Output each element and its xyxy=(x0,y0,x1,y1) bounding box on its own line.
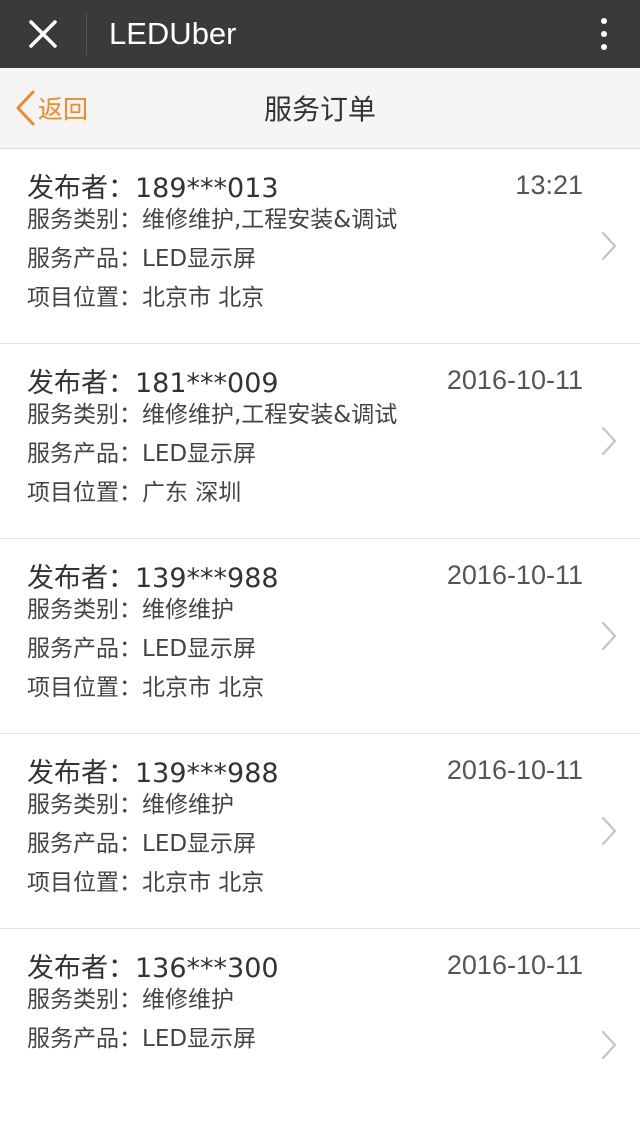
chevron-right-icon xyxy=(601,1030,617,1060)
order-location: 项目位置：北京市 北京 xyxy=(27,285,265,311)
app-top-bar: LEDUber xyxy=(0,0,640,68)
chevron-right-icon xyxy=(601,231,617,261)
nav-bar: 返回 服务订单 xyxy=(0,68,640,149)
order-category: 服务类别：维修维护 xyxy=(27,597,234,623)
chevron-right-icon xyxy=(601,621,617,651)
order-time: 2016-10-11 xyxy=(446,949,583,980)
app-title: LEDUber xyxy=(109,16,237,51)
order-item[interactable]: 发布者：181***009 2016-10-11 服务类别：维修维护,工程安装&… xyxy=(0,344,640,539)
order-publisher: 发布者：136***300 xyxy=(27,952,279,984)
order-product: 服务产品：LED显示屏 xyxy=(27,441,257,467)
order-category: 服务类别：维修维护,工程安装&调试 xyxy=(27,402,398,428)
page-title: 服务订单 xyxy=(263,93,376,126)
chevron-right-icon xyxy=(601,816,617,846)
order-time: 13:21 xyxy=(515,169,583,200)
order-publisher: 发布者：189***013 xyxy=(27,172,279,204)
order-product: 服务产品：LED显示屏 xyxy=(27,636,257,662)
order-category: 服务类别：维修维护 xyxy=(27,987,234,1013)
chevron-left-icon xyxy=(16,90,35,126)
order-publisher: 发布者：139***988 xyxy=(27,562,279,594)
order-item[interactable]: 发布者：136***300 2016-10-11 服务类别：维修维护 服务产品：… xyxy=(0,929,640,1124)
order-publisher: 发布者：181***009 xyxy=(27,367,279,399)
order-category: 服务类别：维修维护,工程安装&调试 xyxy=(27,207,398,233)
order-list: 发布者：189***013 13:21 服务类别：维修维护,工程安装&调试 服务… xyxy=(0,149,640,1124)
order-item[interactable]: 发布者：139***988 2016-10-11 服务类别：维修维护 服务产品：… xyxy=(0,734,640,929)
more-button[interactable] xyxy=(592,8,616,60)
order-time: 2016-10-11 xyxy=(446,559,583,590)
order-time: 2016-10-11 xyxy=(446,754,583,785)
order-location: 项目位置：广东 深圳 xyxy=(27,480,242,506)
close-icon xyxy=(29,20,57,48)
order-product: 服务产品：LED显示屏 xyxy=(27,1026,257,1052)
back-label: 返回 xyxy=(38,95,89,124)
chevron-right-icon xyxy=(601,426,617,456)
close-button[interactable] xyxy=(0,0,86,68)
order-product: 服务产品：LED显示屏 xyxy=(27,246,257,272)
more-vertical-icon xyxy=(601,18,607,24)
order-time: 2016-10-11 xyxy=(446,364,583,395)
order-category: 服务类别：维修维护 xyxy=(27,792,234,818)
order-item[interactable]: 发布者：139***988 2016-10-11 服务类别：维修维护 服务产品：… xyxy=(0,539,640,734)
topbar-divider xyxy=(86,13,87,55)
order-item[interactable]: 发布者：189***013 13:21 服务类别：维修维护,工程安装&调试 服务… xyxy=(0,149,640,344)
order-location: 项目位置：北京市 北京 xyxy=(27,870,265,896)
back-button[interactable]: 返回 xyxy=(14,88,88,128)
order-product: 服务产品：LED显示屏 xyxy=(27,831,257,857)
order-location: 项目位置：北京市 北京 xyxy=(27,675,265,701)
order-publisher: 发布者：139***988 xyxy=(27,757,279,789)
